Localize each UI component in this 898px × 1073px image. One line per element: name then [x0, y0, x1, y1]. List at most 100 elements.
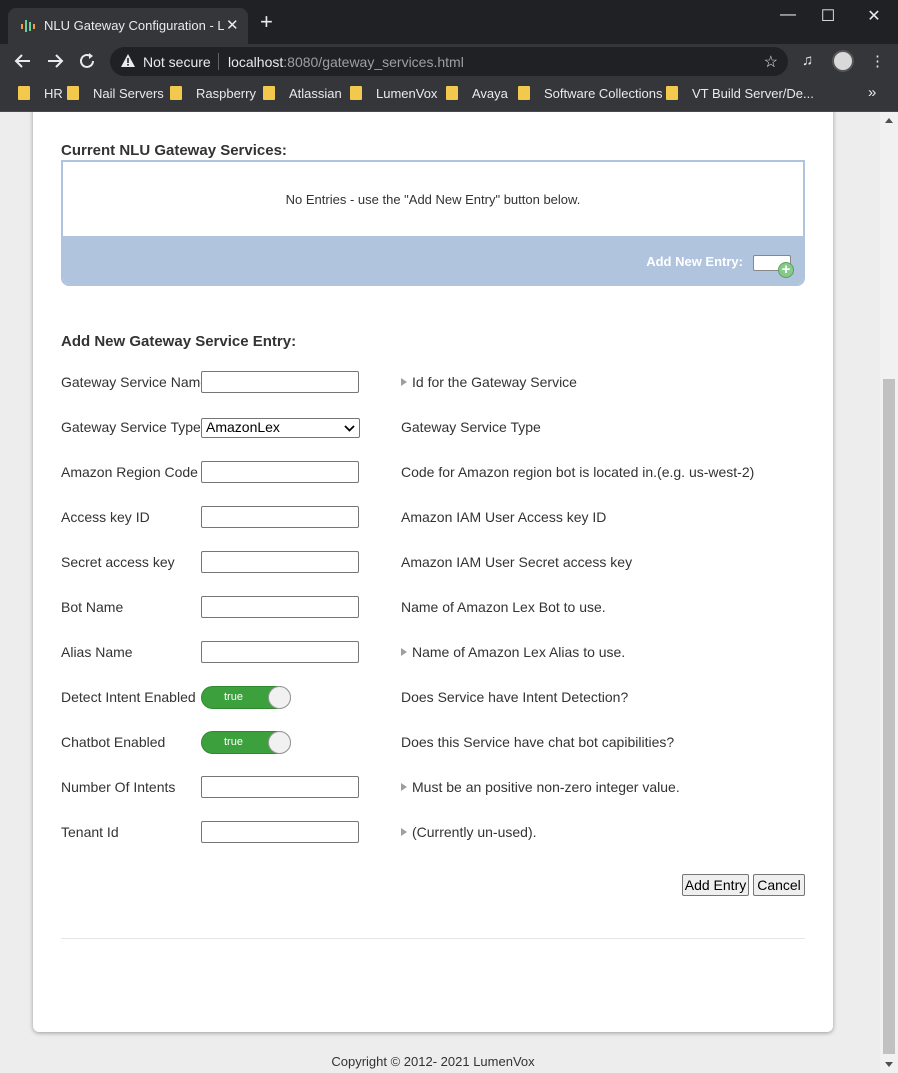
number-of-intents-help: Must be an positive non-zero integer val…: [401, 779, 680, 795]
help-text: Id for the Gateway Service: [412, 374, 577, 390]
url-text[interactable]: localhost:8080/gateway_services.html: [228, 54, 464, 70]
expand-triangle-icon[interactable]: [401, 378, 407, 386]
add-entry-title: Add New Gateway Service Entry:: [61, 333, 297, 350]
bookmark-item[interactable]: Avaya: [446, 86, 508, 101]
bookmark-label: LumenVox: [376, 86, 438, 101]
bookmark-item[interactable]: Atlassian: [263, 86, 342, 101]
profile-avatar[interactable]: [832, 50, 854, 72]
bot-name-help: Name of Amazon Lex Bot to use.: [401, 599, 606, 615]
expand-triangle-icon[interactable]: [401, 783, 407, 791]
bookmark-item[interactable]: HR: [18, 86, 63, 101]
detect-intent-enabled-help: Does Service have Intent Detection?: [401, 689, 629, 705]
address-bar[interactable]: Not secure localhost:8080/gateway_servic…: [110, 47, 788, 76]
folder-icon: [350, 86, 362, 100]
content-card: Current NLU Gateway Services: No Entries…: [33, 112, 833, 1032]
page-scrollbar[interactable]: [880, 112, 898, 1073]
add-entry-button[interactable]: Add Entry: [682, 874, 749, 896]
security-label[interactable]: Not secure: [143, 54, 211, 70]
back-arrow-icon[interactable]: [12, 50, 34, 72]
bookmark-item[interactable]: Nail Servers: [67, 86, 164, 101]
access-key-id-input[interactable]: [201, 506, 359, 528]
selected-option: AmazonLex: [206, 419, 280, 435]
scroll-down-arrow-icon[interactable]: [885, 1062, 893, 1067]
chatbot-enabled-toggle[interactable]: true: [201, 731, 291, 754]
secret-access-key-label: Secret access key: [61, 554, 175, 570]
gateway-service-type-select[interactable]: AmazonLex: [201, 418, 360, 438]
folder-icon: [446, 86, 458, 100]
tenant-id-help: (Currently un-used).: [401, 824, 537, 840]
chevron-down-icon: [344, 425, 355, 432]
gateway-service-type-help: Gateway Service Type: [401, 419, 541, 435]
gateway-service-name-help: Id for the Gateway Service: [401, 374, 577, 390]
close-window-button[interactable]: ✕: [864, 6, 884, 26]
bot-name-label: Bot Name: [61, 599, 124, 615]
bookmark-star-icon[interactable]: ☆: [764, 52, 778, 72]
tab-strip: NLU Gateway Configuration - Lu ✕ + — ☐ ✕: [0, 0, 898, 44]
bookmark-label: Atlassian: [289, 86, 342, 101]
cancel-button[interactable]: Cancel: [753, 874, 805, 896]
chatbot-enabled-label: Chatbot Enabled: [61, 734, 166, 750]
alias-name-input[interactable]: [201, 641, 359, 663]
add-new-entry-label: Add New Entry:: [646, 254, 743, 269]
scrollbar-thumb[interactable]: [883, 379, 895, 1054]
toggle-knob[interactable]: [268, 731, 291, 754]
bookmark-label: Nail Servers: [93, 86, 164, 101]
bookmark-item[interactable]: LumenVox: [350, 86, 437, 101]
number-of-intents-input[interactable]: [201, 776, 359, 798]
secret-access-key-input[interactable]: [201, 551, 359, 573]
folder-icon: [67, 86, 79, 100]
bookmark-item[interactable]: VT Build Server/De...: [666, 86, 814, 101]
folder-icon: [518, 86, 530, 100]
bot-name-input[interactable]: [201, 596, 359, 618]
copyright-footer: Copyright © 2012- 2021 LumenVox: [331, 1054, 535, 1069]
page-viewport: Current NLU Gateway Services: No Entries…: [0, 112, 880, 1073]
lumenvox-favicon-icon: [21, 20, 35, 32]
expand-triangle-icon[interactable]: [401, 648, 407, 656]
gateway-service-name-label: Gateway Service Name: [61, 374, 209, 390]
add-new-entry-button[interactable]: +: [753, 255, 794, 278]
folder-icon: [170, 86, 182, 100]
menu-kebab-icon[interactable]: ⋮: [870, 52, 885, 70]
number-of-intents-label: Number Of Intents: [61, 779, 176, 795]
gateway-service-name-input[interactable]: [201, 371, 359, 393]
tab-title: NLU Gateway Configuration - Lu: [44, 18, 224, 33]
maximize-button[interactable]: ☐: [818, 6, 838, 26]
bookmark-label: VT Build Server/De...: [692, 86, 814, 101]
no-entries-message: No Entries - use the "Add New Entry" but…: [285, 192, 581, 207]
expand-triangle-icon[interactable]: [401, 828, 407, 836]
warning-icon[interactable]: [120, 53, 136, 69]
detect-intent-toggle[interactable]: true: [201, 686, 291, 709]
folder-icon: [18, 86, 30, 100]
services-table-footer: Add New Entry: +: [63, 236, 803, 284]
bookmark-item[interactable]: Software Collections: [518, 86, 663, 101]
access-key-id-label: Access key ID: [61, 509, 150, 525]
bookmark-item[interactable]: Raspberry: [170, 86, 256, 101]
bookmark-label: Avaya: [472, 86, 508, 101]
new-tab-button[interactable]: +: [260, 11, 273, 33]
url-host: localhost: [228, 54, 284, 70]
toggle-state-text: true: [224, 736, 243, 748]
amazon-region-code-input[interactable]: [201, 461, 359, 483]
media-control-icon[interactable]: ♫: [802, 52, 813, 69]
alias-name-help: Name of Amazon Lex Alias to use.: [401, 644, 625, 660]
forward-arrow-icon[interactable]: [44, 50, 66, 72]
reload-icon[interactable]: [76, 50, 98, 72]
browser-tab[interactable]: NLU Gateway Configuration - Lu ✕: [8, 8, 248, 44]
secret-access-key-help: Amazon IAM User Secret access key: [401, 554, 633, 570]
bookmarks-overflow-icon[interactable]: »: [868, 84, 876, 101]
tenant-id-label: Tenant Id: [61, 824, 119, 840]
browser-toolbar: Not secure localhost:8080/gateway_servic…: [0, 44, 898, 78]
minimize-button[interactable]: —: [778, 6, 798, 24]
plus-icon: +: [778, 262, 794, 278]
amazon-region-code-help: Code for Amazon region bot is located in…: [401, 464, 755, 480]
folder-icon: [666, 86, 678, 100]
tab-close-icon[interactable]: ✕: [226, 16, 239, 34]
chatbot-enabled-help: Does this Service have chat bot capibili…: [401, 734, 675, 750]
scroll-up-arrow-icon[interactable]: [885, 118, 893, 123]
help-text: Name of Amazon Lex Alias to use.: [412, 644, 626, 660]
tenant-id-input[interactable]: [201, 821, 359, 843]
toggle-knob[interactable]: [268, 686, 291, 709]
alias-name-label: Alias Name: [61, 644, 133, 660]
folder-icon: [263, 86, 275, 100]
divider: [61, 938, 805, 939]
